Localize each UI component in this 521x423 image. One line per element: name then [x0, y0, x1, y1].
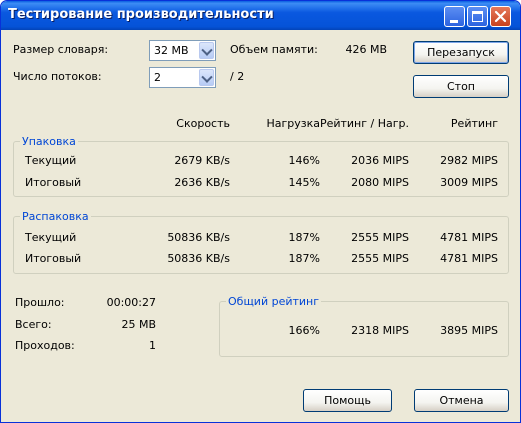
column-rating: Рейтинг: [450, 117, 498, 130]
compression-current-label: Текущий: [25, 154, 77, 167]
compression-current-rating: 2982 MIPS: [440, 154, 498, 167]
threads-value: 2: [154, 71, 161, 84]
compression-current-load: 146%: [288, 154, 320, 167]
total-rating-value: 3895 MIPS: [440, 324, 498, 337]
total-rating-load: 166%: [288, 324, 320, 337]
decompression-current-rating: 4781 MIPS: [440, 231, 498, 244]
column-load: Нагрузка: [266, 117, 320, 130]
decompression-total-speed: 50836 KB/s: [167, 252, 230, 265]
decompression-group: [13, 216, 509, 274]
elapsed-label: Прошло:: [15, 296, 65, 309]
benchmark-window: Тестирование производительности Размер с…: [0, 0, 521, 423]
close-icon: [494, 10, 507, 23]
memory-label: Объем памяти:: [230, 43, 318, 56]
column-speed: Скорость: [176, 117, 230, 130]
total-rating-group-title: Общий рейтинг: [226, 295, 322, 308]
compression-total-speed: 2636 KB/s: [174, 176, 230, 189]
cancel-button[interactable]: Отмена: [414, 389, 509, 412]
decompression-current-label: Текущий: [25, 231, 77, 244]
decompression-total-rating-per-load: 2555 MIPS: [351, 252, 409, 265]
title-bar[interactable]: Тестирование производительности: [1, 1, 520, 30]
compression-total-load: 145%: [288, 176, 320, 189]
decompression-current-speed: 50836 KB/s: [167, 231, 230, 244]
maximize-button[interactable]: [467, 6, 488, 27]
column-rating-per-load: Рейтинг / Нагр.: [319, 117, 409, 130]
decompression-group-title: Распаковка: [20, 210, 91, 223]
dictionary-size-label: Размер словаря:: [13, 43, 109, 56]
threads-max: / 2: [230, 70, 245, 83]
size-label: Всего:: [15, 318, 52, 331]
compression-current-rating-per-load: 2036 MIPS: [351, 154, 409, 167]
compression-total-rating-per-load: 2080 MIPS: [351, 176, 409, 189]
compression-current-speed: 2679 KB/s: [174, 154, 230, 167]
maximize-icon: [472, 11, 483, 22]
memory-value: 426 MB: [345, 43, 387, 56]
stop-button[interactable]: Стоп: [413, 75, 509, 98]
passes-label: Проходов:: [15, 339, 75, 352]
minimize-icon: [450, 20, 458, 23]
compression-total-rating: 3009 MIPS: [440, 176, 498, 189]
compression-group-title: Упаковка: [20, 135, 78, 148]
dictionary-size-select[interactable]: 32 MB: [149, 40, 216, 61]
decompression-total-load: 187%: [288, 252, 320, 265]
elapsed-value: 00:00:27: [106, 296, 156, 309]
decompression-current-rating-per-load: 2555 MIPS: [351, 231, 409, 244]
help-button[interactable]: Помощь: [303, 389, 392, 412]
passes-value: 1: [149, 339, 156, 352]
total-rating-per-load: 2318 MIPS: [351, 324, 409, 337]
window-title: Тестирование производительности: [8, 7, 274, 22]
chevron-down-icon[interactable]: [199, 42, 214, 59]
minimize-button[interactable]: [444, 6, 465, 27]
decompression-current-load: 187%: [288, 231, 320, 244]
restart-button[interactable]: Перезапуск: [413, 41, 509, 64]
decompression-total-label: Итоговый: [25, 252, 82, 265]
compression-total-label: Итоговый: [25, 176, 82, 189]
size-value: 25 MB: [121, 318, 156, 331]
decompression-total-rating: 4781 MIPS: [440, 252, 498, 265]
chevron-down-icon[interactable]: [199, 69, 214, 86]
dialog-body: Размер словаря: 32 MB Число потоков: 2 /…: [4, 30, 517, 421]
threads-label: Число потоков:: [13, 70, 102, 83]
dictionary-size-value: 32 MB: [154, 44, 189, 57]
threads-select[interactable]: 2: [149, 67, 216, 88]
close-button[interactable]: [490, 6, 511, 27]
